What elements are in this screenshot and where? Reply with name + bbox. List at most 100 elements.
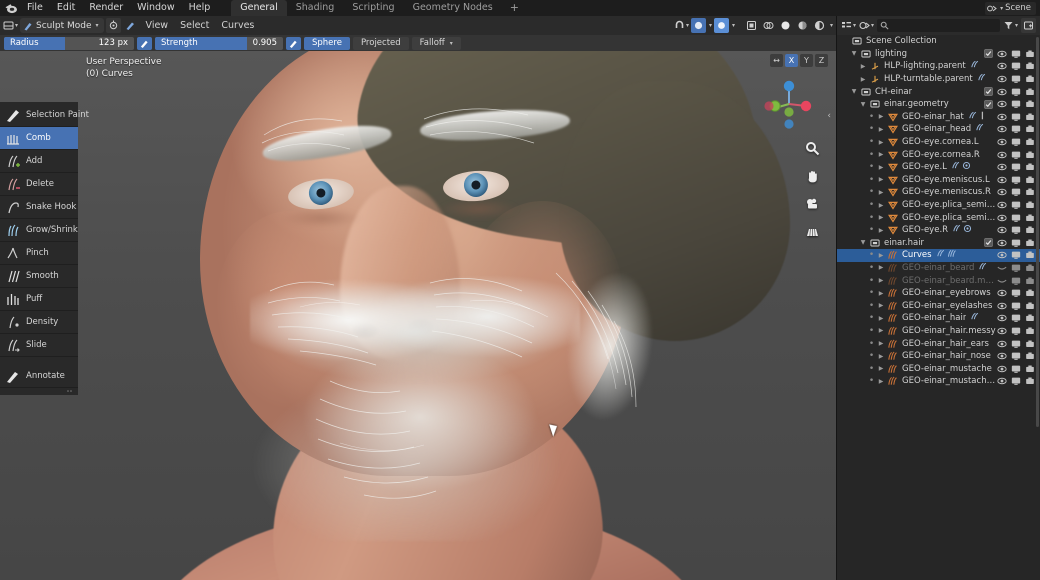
disable-in-renders-icon[interactable] <box>1025 339 1035 349</box>
tool-grow-shrink[interactable]: Grow/Shrink <box>0 219 78 242</box>
disable-in-renders-icon[interactable] <box>1025 301 1035 311</box>
hide-in-viewport-icon[interactable] <box>997 225 1007 235</box>
axis-z[interactable]: Z <box>815 54 828 67</box>
outliner-row[interactable]: ▼ einar.geometry <box>837 98 1040 111</box>
outliner-row[interactable]: • ▶ GEO-eye.meniscus.L <box>837 174 1040 187</box>
snap-magnet-icon[interactable]: ▾ <box>674 18 689 33</box>
tool-pinch[interactable]: Pinch <box>0 242 78 265</box>
disable-in-viewports-icon[interactable] <box>1011 339 1021 349</box>
disable-in-viewports-icon[interactable] <box>1011 288 1021 298</box>
disable-in-renders-icon[interactable] <box>1025 187 1035 197</box>
mode-selector[interactable]: Sculpt Mode ▾ <box>20 18 104 33</box>
hide-in-viewport-icon[interactable] <box>997 313 1007 323</box>
disable-in-viewports-icon[interactable] <box>1011 61 1021 71</box>
display-mode-icon[interactable]: ▾ <box>841 18 856 33</box>
outliner-row[interactable]: ▼ einar.hair <box>837 237 1040 250</box>
hide-in-viewport-icon[interactable] <box>997 162 1007 172</box>
chevron-right-icon[interactable]: ▶ <box>876 139 886 146</box>
disable-in-viewports-icon[interactable] <box>1011 99 1021 109</box>
hide-in-viewport-icon[interactable] <box>997 301 1007 311</box>
hide-in-viewport-icon[interactable] <box>997 200 1007 210</box>
chevron-right-icon[interactable]: ▶ <box>876 214 886 221</box>
disable-in-renders-icon[interactable] <box>1025 74 1035 84</box>
modifier-badge-icon[interactable] <box>936 249 945 261</box>
chevron-right-icon[interactable]: ▶ <box>876 315 886 322</box>
disable-in-renders-icon[interactable] <box>1025 238 1035 248</box>
outliner-row[interactable]: • ▶ GEO-einar_head <box>837 123 1040 136</box>
hide-in-viewport-icon[interactable] <box>997 263 1007 273</box>
viewport-menu-view[interactable]: View <box>140 18 175 33</box>
disable-in-viewports-icon[interactable] <box>1011 187 1021 197</box>
chevron-right-icon[interactable]: ▶ <box>876 151 886 158</box>
outliner-row[interactable]: • ▶ GEO-einar_beard <box>837 262 1040 275</box>
tool-delete[interactable]: Delete <box>0 173 78 196</box>
outliner-row[interactable]: ▼ lighting <box>837 48 1040 61</box>
disable-in-renders-icon[interactable] <box>1025 376 1035 386</box>
hide-in-viewport-icon[interactable] <box>997 150 1007 160</box>
scene-selector[interactable]: ▾ Scene <box>985 1 1036 15</box>
disable-in-renders-icon[interactable] <box>1025 124 1035 134</box>
chevron-right-icon[interactable]: ▶ <box>876 202 886 209</box>
disable-in-renders-icon[interactable] <box>1025 112 1035 122</box>
outliner-row[interactable]: • ▶ GEO-eye.meniscus.R <box>837 186 1040 199</box>
search-input[interactable] <box>877 19 1000 32</box>
chevron-right-icon[interactable]: ▶ <box>876 378 886 385</box>
disable-in-viewports-icon[interactable] <box>1011 112 1021 122</box>
navigation-gizmo[interactable] <box>760 75 818 133</box>
disable-in-viewports-icon[interactable] <box>1011 313 1021 323</box>
disable-in-viewports-icon[interactable] <box>1011 124 1021 134</box>
tool-add[interactable]: Add <box>0 150 78 173</box>
chevron-right-icon[interactable]: ▶ <box>876 340 886 347</box>
falloff-dropdown[interactable]: Falloff ▾ <box>411 36 461 50</box>
hide-in-viewport-icon[interactable] <box>997 112 1007 122</box>
disable-in-renders-icon[interactable] <box>1025 364 1035 374</box>
chevron-right-icon[interactable]: ▶ <box>876 327 886 334</box>
disable-in-renders-icon[interactable] <box>1025 175 1035 185</box>
hide-in-viewport-icon[interactable] <box>997 326 1007 336</box>
chevron-down-icon[interactable]: ▼ <box>849 50 859 57</box>
disable-in-viewports-icon[interactable] <box>1011 87 1021 97</box>
chevron-down-icon[interactable]: ▼ <box>858 101 868 108</box>
outliner-row[interactable]: • ▶ GEO-einar_hair.messy <box>837 325 1040 338</box>
editor-type-icon[interactable]: ▾ <box>3 18 18 33</box>
hide-in-viewport-icon[interactable] <box>997 175 1007 185</box>
hair-badge-icon[interactable] <box>947 249 957 261</box>
modifier-badge-icon[interactable] <box>975 123 984 135</box>
disable-in-viewports-icon[interactable] <box>1011 175 1021 185</box>
modifier-badge-icon[interactable] <box>968 111 977 123</box>
menu-file[interactable]: File <box>20 1 50 15</box>
hide-in-viewport-icon[interactable] <box>997 49 1007 59</box>
modifier-badge-icon[interactable] <box>978 262 987 274</box>
chevron-down-icon[interactable]: ▼ <box>858 239 868 246</box>
exclude-checkbox[interactable] <box>984 99 993 109</box>
chevron-down-icon[interactable]: ▾ <box>709 22 712 29</box>
workspace-tab-scripting[interactable]: Scripting <box>343 0 403 16</box>
outliner-row[interactable]: • ▶ GEO-einar_mustache.m <box>837 375 1040 388</box>
outliner-row[interactable]: • ▶ GEO-eye.R <box>837 224 1040 237</box>
material-badge-icon[interactable] <box>962 161 971 173</box>
chevron-right-icon[interactable]: ▶ <box>876 176 886 183</box>
visibility-icon[interactable] <box>713 18 729 33</box>
show-overlays-icon[interactable] <box>744 18 759 33</box>
disable-in-renders-icon[interactable] <box>1025 263 1035 273</box>
zoom-icon[interactable] <box>805 141 820 159</box>
pan-hand-icon[interactable] <box>805 169 820 187</box>
outliner-row[interactable]: • ▶ GEO-eye.cornea.R <box>837 148 1040 161</box>
strength-slider[interactable]: Strength 0.905 <box>155 36 283 50</box>
modifier-badge-icon[interactable] <box>977 73 986 85</box>
falloff-shape-projected-button[interactable]: Projected <box>352 36 409 50</box>
tool-selection-paint[interactable]: Selection Paint <box>0 104 89 127</box>
disable-in-renders-icon[interactable] <box>1025 213 1035 223</box>
strength-pressure-icon[interactable] <box>286 36 301 50</box>
disable-in-renders-icon[interactable] <box>1025 351 1035 361</box>
chevron-right-icon[interactable]: ▶ <box>876 113 886 120</box>
chevron-down-icon[interactable]: ▾ <box>732 22 735 29</box>
workspace-tab-shading[interactable]: Shading <box>287 0 344 16</box>
outliner-tree[interactable]: Scene Collection ▼ lighting ▶ HLP-lighting.p… <box>837 35 1040 580</box>
disable-in-viewports-icon[interactable] <box>1011 225 1021 235</box>
outliner-row[interactable]: • ▶ GEO-einar_hair_nose <box>837 350 1040 363</box>
tool-smooth[interactable]: Smooth <box>0 265 78 288</box>
shading-rendered-icon[interactable] <box>812 18 827 33</box>
disable-in-renders-icon[interactable] <box>1025 49 1035 59</box>
tool-puff[interactable]: Puff <box>0 288 78 311</box>
